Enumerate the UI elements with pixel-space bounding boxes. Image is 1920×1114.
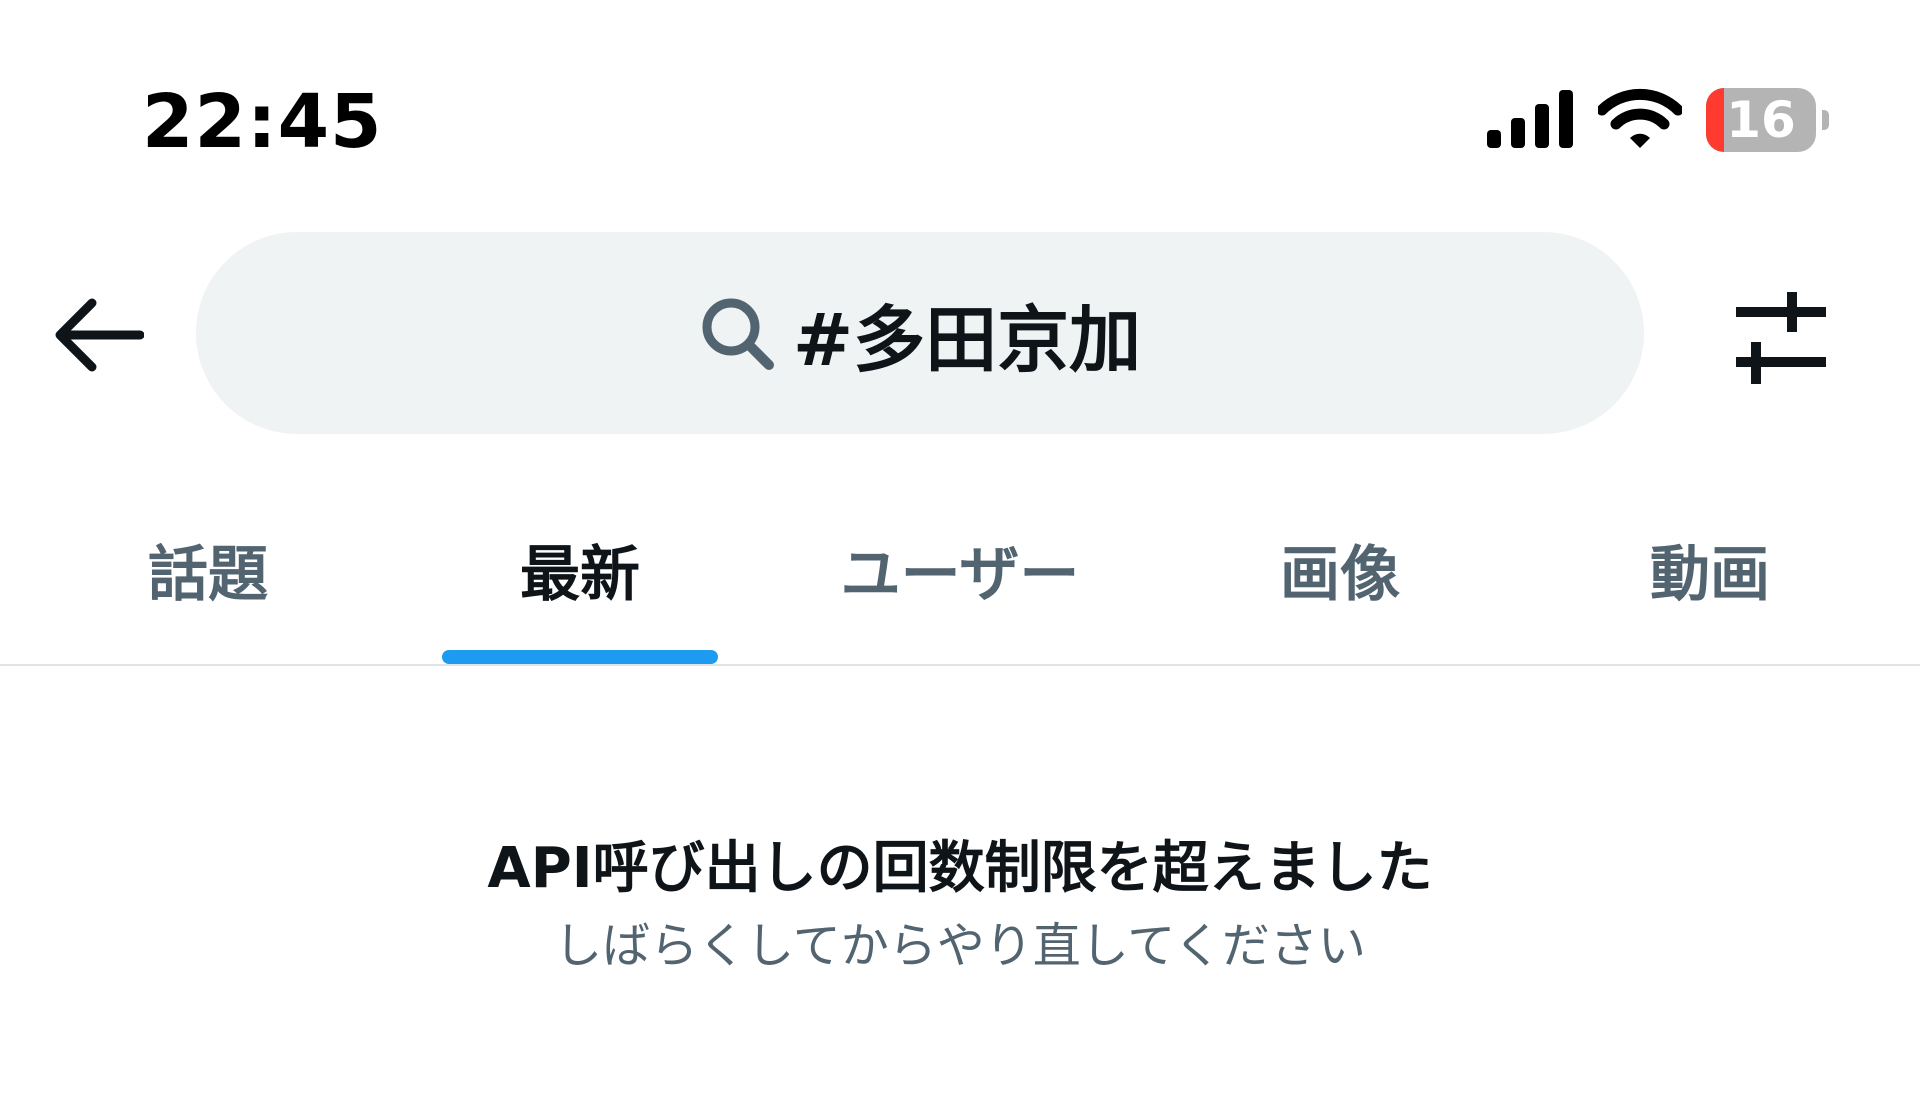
tab-latest[interactable]: 最新 xyxy=(410,480,750,664)
battery-level: 16 xyxy=(1726,91,1796,149)
battery-cap xyxy=(1822,110,1829,130)
active-tab-indicator xyxy=(442,650,718,664)
search-bar[interactable]: #多田京加 xyxy=(196,232,1644,434)
message-subtitle: しばらくしてからやり直してください xyxy=(554,918,1366,974)
tab-label: 話題 xyxy=(148,540,268,610)
arrow-left-icon xyxy=(55,298,144,372)
tab-images[interactable]: 画像 xyxy=(1170,480,1510,664)
search-icon xyxy=(702,298,774,370)
sliders-icon[interactable] xyxy=(1732,290,1830,386)
back-button[interactable] xyxy=(46,290,150,380)
tab-users[interactable]: ユーザー xyxy=(790,480,1130,664)
tab-top[interactable]: 話題 xyxy=(38,480,378,664)
tabs-divider xyxy=(0,664,1920,666)
battery-indicator: 16 xyxy=(1706,88,1829,152)
tab-videos[interactable]: 動画 xyxy=(1540,480,1880,664)
tab-label: ユーザー xyxy=(840,540,1080,610)
wifi-icon xyxy=(1598,88,1682,148)
status-time: 22:45 xyxy=(142,79,383,165)
battery-body: 16 xyxy=(1706,88,1816,152)
search-results-screen: 22:45 16 #多田京加 話題 最新 ユーザー 画像 動画 API呼び出しの… xyxy=(0,0,1920,1114)
status-bar: 22:45 16 xyxy=(0,0,1920,200)
search-query: #多田京加 xyxy=(792,297,1142,382)
rate-limit-message: API呼び出しの回数制限を超えました しばらくしてからやり直してください xyxy=(0,824,1920,978)
cellular-signal-icon xyxy=(1487,90,1573,148)
message-title: API呼び出しの回数制限を超えました xyxy=(487,836,1433,901)
tab-label: 最新 xyxy=(520,540,640,610)
search-tabs: 話題 最新 ユーザー 画像 動画 xyxy=(0,480,1920,664)
tab-label: 画像 xyxy=(1280,540,1400,610)
tab-label: 動画 xyxy=(1650,540,1770,610)
